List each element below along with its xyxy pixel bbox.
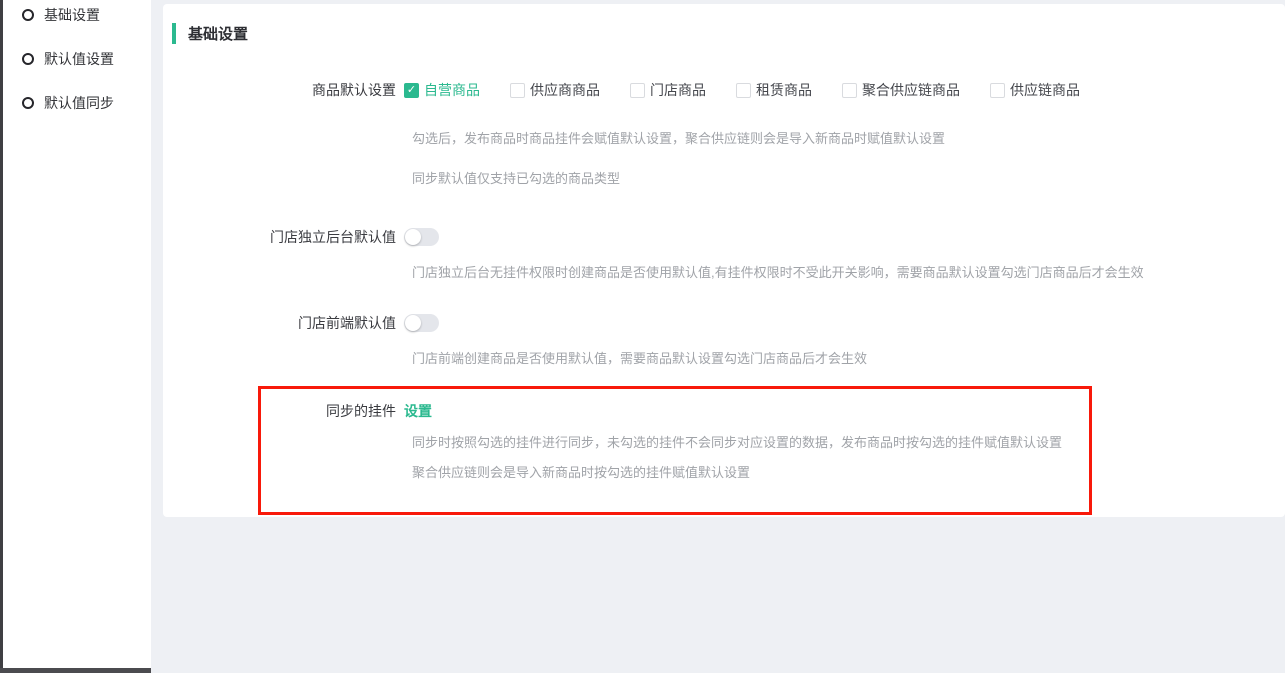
checkbox-label: 供应商商品 — [530, 80, 600, 100]
store-front-default-row: 门店前端默认值 — [163, 313, 1285, 333]
store-front-default-label: 门店前端默认值 — [163, 313, 404, 333]
checkbox-unchecked-icon — [842, 83, 857, 98]
checkbox-lease-product[interactable]: 租赁商品 — [736, 80, 812, 100]
checkbox-unchecked-icon — [630, 83, 645, 98]
sidebar-horizontal-scrollbar[interactable] — [0, 668, 151, 673]
page: 基础设置 默认值设置 默认值同步 基础设置 商品默认设置 ✓ 自营商品 — [0, 0, 1285, 673]
checkbox-unchecked-icon — [510, 83, 525, 98]
checkbox-supply-chain-product[interactable]: 供应链商品 — [990, 80, 1080, 100]
sync-widget-row: 同步的挂件 设置 — [163, 401, 1285, 421]
sync-widget-tip-2: 聚合供应链则会是导入新商品时按勾选的挂件赋值默认设置 — [412, 462, 750, 481]
toggle-knob — [405, 315, 421, 331]
sidebar-item-default-value-sync[interactable]: 默认值同步 — [3, 94, 151, 111]
product-default-label: 商品默认设置 — [163, 80, 404, 100]
store-backend-default-label: 门店独立后台默认值 — [163, 227, 404, 247]
toggle-knob — [405, 229, 421, 245]
basic-settings-panel: 基础设置 商品默认设置 ✓ 自营商品 供应商商品 门店商品 — [163, 4, 1285, 517]
anchor-circle-icon — [22, 53, 34, 65]
sidebar-item-basic-settings[interactable]: 基础设置 — [3, 6, 151, 23]
checkbox-label: 聚合供应链商品 — [862, 80, 960, 100]
sidebar-item-label: 默认值同步 — [44, 93, 114, 113]
checkbox-checked-icon: ✓ — [404, 83, 419, 98]
anchor-list: 基础设置 默认值设置 默认值同步 — [3, 0, 151, 111]
title-accent-bar — [172, 23, 176, 44]
anchor-sidebar: 基础设置 默认值设置 默认值同步 — [3, 0, 151, 673]
checkbox-unchecked-icon — [990, 83, 1005, 98]
checkbox-self-operated-product[interactable]: ✓ 自营商品 — [404, 80, 480, 100]
store-front-default-tip: 门店前端创建商品是否使用默认值，需要商品默认设置勾选门店商品后才会生效 — [412, 348, 867, 367]
product-default-row: 商品默认设置 ✓ 自营商品 供应商商品 门店商品 租赁商品 — [163, 80, 1285, 100]
sidebar-item-label: 基础设置 — [44, 5, 100, 25]
checkbox-label: 供应链商品 — [1010, 80, 1080, 100]
store-backend-default-row: 门店独立后台默认值 — [163, 227, 1285, 247]
sync-widget-label: 同步的挂件 — [163, 401, 404, 421]
product-default-tip-2: 同步默认值仅支持已勾选的商品类型 — [412, 168, 620, 187]
panel-title: 基础设置 — [188, 23, 248, 44]
checkbox-label: 自营商品 — [424, 80, 480, 100]
sidebar-item-label: 默认值设置 — [44, 49, 114, 69]
product-default-tip-1: 勾选后，发布商品时商品挂件会赋值默认设置，聚合供应链则会是导入新商品时赋值默认设… — [412, 128, 945, 147]
checkbox-supplier-product[interactable]: 供应商商品 — [510, 80, 600, 100]
anchor-circle-icon — [22, 9, 34, 21]
checkbox-label: 门店商品 — [650, 80, 706, 100]
store-backend-default-tip: 门店独立后台无挂件权限时创建商品是否使用默认值,有挂件权限时不受此开关影响，需要… — [412, 262, 1144, 281]
checkbox-label: 租赁商品 — [756, 80, 812, 100]
checkbox-store-product[interactable]: 门店商品 — [630, 80, 706, 100]
checkbox-unchecked-icon — [736, 83, 751, 98]
panel-title-row: 基础设置 — [172, 23, 248, 44]
checkbox-aggregate-supply-chain-product[interactable]: 聚合供应链商品 — [842, 80, 960, 100]
store-front-default-toggle[interactable] — [404, 314, 439, 332]
sidebar-item-default-value-settings[interactable]: 默认值设置 — [3, 50, 151, 67]
anchor-circle-icon — [22, 97, 34, 109]
product-type-checkbox-group: ✓ 自营商品 供应商商品 门店商品 租赁商品 聚合供应链商品 — [404, 80, 1110, 100]
store-backend-default-toggle[interactable] — [404, 228, 439, 246]
sync-widget-tip-1: 同步时按照勾选的挂件进行同步，未勾选的挂件不会同步对应设置的数据，发布商品时按勾… — [412, 432, 1062, 451]
sync-widget-settings-link[interactable]: 设置 — [404, 401, 432, 421]
